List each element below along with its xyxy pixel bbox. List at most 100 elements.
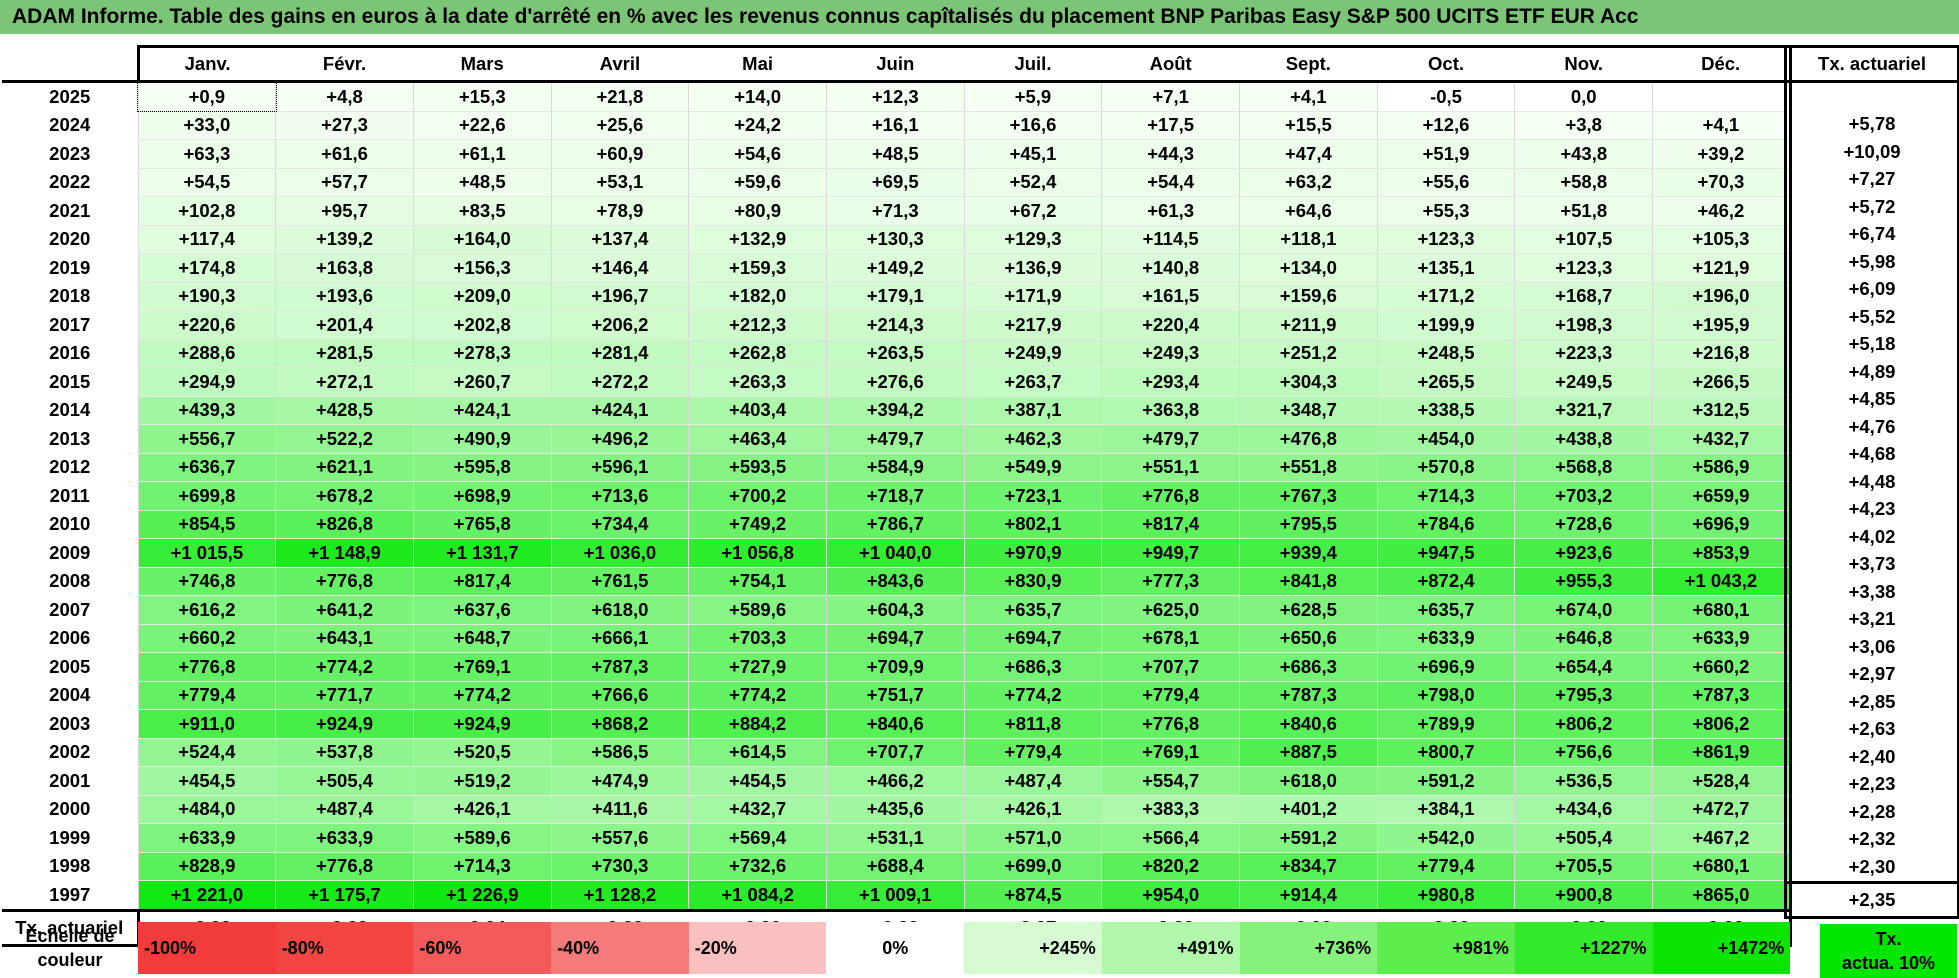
- gain-cell: +118,1: [1239, 225, 1378, 254]
- gain-cell: +463,4: [688, 424, 827, 454]
- gain-cell: +27,3: [275, 111, 414, 140]
- gain-cell: +179,1: [825, 282, 965, 311]
- gain-cell: +454,5: [137, 766, 276, 796]
- gain-cell: +911,0: [137, 709, 276, 739]
- gain-cell: +63,2: [1239, 168, 1378, 197]
- year-row: 2005 +776,8 +774,2 +769,1 +787,3 +727,9 +709,9…: [2, 652, 1792, 682]
- gain-cell: +51,8: [1514, 196, 1653, 226]
- gain-cell: +589,6: [688, 595, 827, 625]
- actuarial-rate-cell: +5,78: [1784, 110, 1959, 138]
- year-label: 1999: [2, 823, 138, 852]
- gain-cell: +428,5: [275, 396, 414, 425]
- gain-cell: +348,7: [1239, 396, 1378, 425]
- gain-cell: +211,9: [1239, 310, 1378, 340]
- gain-cell: +163,8: [275, 253, 414, 283]
- gain-cell: +861,9: [1652, 738, 1792, 767]
- actuarial-rate-cell: +4,76: [1784, 413, 1959, 441]
- gain-cell: +146,4: [550, 253, 689, 283]
- gain-cell: +472,7: [1652, 795, 1792, 824]
- gain-cell: +123,3: [1514, 253, 1653, 283]
- gain-cell: +383,3: [1101, 795, 1240, 824]
- gain-cell: +678,2: [275, 481, 414, 511]
- gain-cell: +817,4: [1101, 510, 1240, 539]
- gain-cell: +58,8: [1514, 168, 1653, 197]
- year-row: 2013 +556,7 +522,2 +490,9 +496,2 +463,4 +479,7…: [2, 424, 1792, 454]
- actuarial-color-swatch: Tx. actua. 10%: [1820, 924, 1957, 978]
- gain-cell: +914,4: [1239, 880, 1378, 911]
- legend-label-line1: Echelle de: [25, 926, 115, 946]
- actuarial-rate-cell: +5,98: [1784, 248, 1959, 276]
- gain-cell: +52,4: [963, 168, 1102, 197]
- year-label: 2016: [2, 339, 138, 368]
- gain-cell: +519,2: [412, 766, 552, 796]
- gain-cell: +129,3: [963, 225, 1102, 254]
- actuarial-rate-cell: +2,30: [1784, 853, 1959, 882]
- gain-cell: +53,1: [550, 168, 689, 197]
- year-label: 2012: [2, 453, 138, 482]
- gain-cell: +660,2: [1652, 652, 1792, 682]
- gain-cell: +1 009,1: [825, 880, 965, 911]
- gain-cell: +637,6: [412, 595, 552, 625]
- gain-cell: +625,0: [1101, 595, 1240, 625]
- legend-swatch: -100%: [138, 922, 276, 974]
- actuarial-rate-cell: +2,63: [1784, 715, 1959, 743]
- gain-cell: +432,7: [688, 795, 827, 824]
- gain-cell: +776,8: [137, 652, 276, 682]
- gain-cell: +795,3: [1514, 681, 1653, 710]
- gain-cell: +16,1: [825, 111, 965, 140]
- year-row: 2020 +117,4 +139,2 +164,0 +137,4 +132,9 +130,3…: [2, 225, 1792, 254]
- gain-cell: +654,4: [1514, 652, 1653, 682]
- year-label: 2021: [2, 196, 138, 225]
- year-label: 1997: [2, 880, 138, 910]
- month-header: Juin: [826, 45, 965, 83]
- gain-cell: +288,6: [137, 339, 276, 368]
- actuarial-rate-cell: +5,18: [1784, 330, 1959, 358]
- year-row: 2002 +524,4 +537,8 +520,5 +586,5 +614,5 +707,7…: [2, 738, 1792, 767]
- gain-cell: +80,9: [688, 196, 827, 226]
- gain-cell: +22,6: [412, 111, 552, 140]
- gain-cell: +490,9: [412, 424, 552, 454]
- gain-cell: +479,7: [825, 424, 965, 454]
- gain-cell: +5,9: [963, 81, 1102, 112]
- gain-cell: +214,3: [825, 310, 965, 340]
- gain-cell: +199,9: [1376, 310, 1515, 340]
- gain-cell: +171,2: [1376, 282, 1515, 311]
- gain-cell: +949,7: [1101, 538, 1240, 568]
- gain-cell: +281,5: [275, 339, 414, 368]
- gain-cell: +586,9: [1652, 453, 1792, 482]
- gain-cell: +411,6: [550, 795, 689, 824]
- actuarial-rate-cell: +6,09: [1784, 275, 1959, 303]
- gain-cell: +487,4: [963, 766, 1102, 796]
- legend-swatch: +245%: [964, 922, 1102, 974]
- gain-cell: +542,0: [1376, 823, 1515, 853]
- gain-cell: +248,5: [1376, 339, 1515, 368]
- gain-cell: +48,5: [825, 139, 965, 169]
- actuarial-rate-cell: +4,23: [1784, 495, 1959, 523]
- gain-cell: +15,3: [412, 81, 552, 112]
- gain-cell: +678,1: [1101, 624, 1240, 653]
- gain-cell: +787,3: [1652, 681, 1792, 710]
- legend-swatch: +981%: [1377, 922, 1515, 974]
- year-label: 2000: [2, 795, 138, 824]
- actuarial-rate-cell: +2,97: [1784, 660, 1959, 688]
- month-header: Févr.: [275, 45, 414, 83]
- gain-cell: +646,8: [1514, 624, 1653, 653]
- gain-cell: +865,0: [1652, 880, 1792, 911]
- gain-cell: +751,7: [825, 681, 965, 710]
- gain-cell: +840,6: [1239, 709, 1378, 739]
- gain-cell: +206,2: [550, 310, 689, 340]
- year-row: 2016 +288,6 +281,5 +278,3 +281,4 +262,8 +263,5…: [2, 339, 1792, 368]
- gain-cell: +841,8: [1239, 567, 1378, 596]
- gain-cell: +70,3: [1652, 168, 1792, 197]
- year-label: 2008: [2, 567, 138, 596]
- year-row: 2008 +746,8 +776,8 +817,4 +761,5 +754,1 +843,6…: [2, 567, 1792, 596]
- gain-cell: +249,3: [1101, 339, 1240, 368]
- gain-cell: +132,9: [688, 225, 827, 254]
- year-row: 1997 +1 221,0 +1 175,7 +1 226,9 +1 128,2 +1 0…: [2, 880, 1792, 911]
- gain-cell: +628,5: [1239, 595, 1378, 625]
- gain-cell: +149,2: [825, 253, 965, 283]
- corner-cell: [2, 46, 138, 83]
- year-row: 2004 +779,4 +771,7 +774,2 +766,6 +774,2 +751,7…: [2, 681, 1792, 710]
- gain-cell: +680,1: [1652, 852, 1792, 881]
- gain-cell: +182,0: [688, 282, 827, 311]
